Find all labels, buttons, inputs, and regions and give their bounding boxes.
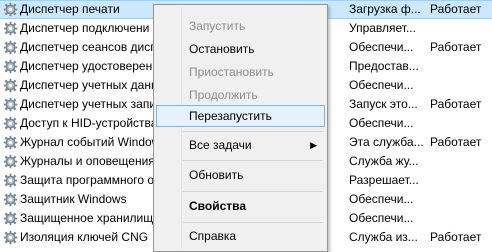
menu-item-refresh[interactable]: Обновить [156,164,325,186]
service-status: Работает [430,2,482,16]
service-gear-icon [3,173,18,188]
service-name: Диспетчер подключени [20,21,150,35]
service-gear-icon [3,21,18,36]
service-description: Обеспечи... [349,192,414,206]
service-description: Обеспечи... [349,116,414,130]
service-gear-icon [3,59,18,74]
service-description: Обеспечи... [349,40,414,54]
service-gear-icon [3,135,18,150]
menu-item-all-tasks[interactable]: Все задачи ▶ [156,134,325,156]
service-gear-icon [3,78,18,93]
service-gear-icon [3,97,18,112]
service-description: Служба жу... [349,154,419,168]
menu-item-help[interactable]: Справка [156,225,325,247]
service-description: Обеспечи... [349,78,414,92]
service-status: Работает [430,40,482,54]
service-gear-icon [3,230,18,245]
service-description: Разрешает... [349,173,419,187]
menu-separator [183,191,323,192]
service-description: Управляет... [349,21,416,35]
menu-item-all-tasks-label: Все задачи [189,138,252,152]
menu-separator [183,160,323,161]
service-name: Диспетчер учетных запи [20,97,154,111]
menu-separator [183,222,323,223]
service-name: Защитник Windows [20,192,127,206]
service-status: Работает [430,97,482,111]
service-status: Работает [430,230,482,244]
service-description: Служба из... [349,230,418,244]
service-gear-icon [3,211,18,226]
service-name: Журналы и оповещения [20,154,154,168]
service-name: Диспетчер учетных данн [20,78,154,92]
service-name: Диспетчер печати [20,2,120,16]
service-gear-icon [3,2,18,17]
menu-item-stop[interactable]: Остановить [156,38,325,60]
menu-item-restart[interactable]: Перезапустить [156,105,325,127]
service-name: Защита программного о [20,173,154,187]
context-menu: Запустить Остановить Приостановить Продо… [153,4,328,252]
service-description: Обеспечи... [349,211,414,225]
service-gear-icon [3,154,18,169]
service-name: Диспетчер удостоверени [20,59,154,73]
service-status: Работает [430,135,482,149]
service-gear-icon [3,40,18,55]
service-name: Диспетчер сеансов дисп [20,40,154,54]
service-description: Запуск это... [349,97,418,111]
service-name: Изоляция ключей CNG [20,230,149,244]
service-name: Журнал событий Window [20,135,154,149]
menu-item-pause: Приостановить [189,65,274,79]
submenu-arrow-icon: ▶ [310,140,317,150]
service-description: Предостав... [349,59,419,73]
service-gear-icon [3,192,18,207]
menu-item-resume: Продолжить [189,88,258,102]
service-description: Загрузка ф... [349,2,421,16]
menu-item-properties[interactable]: Свойства [156,195,325,217]
service-description: Эта служба... [349,135,423,149]
menu-separator [183,131,323,132]
service-name: Защищенное хранилищ [20,211,154,225]
service-gear-icon [3,116,18,131]
menu-item-start: Запустить [189,19,246,33]
service-name: Доступ к HID-устройства [20,116,154,130]
